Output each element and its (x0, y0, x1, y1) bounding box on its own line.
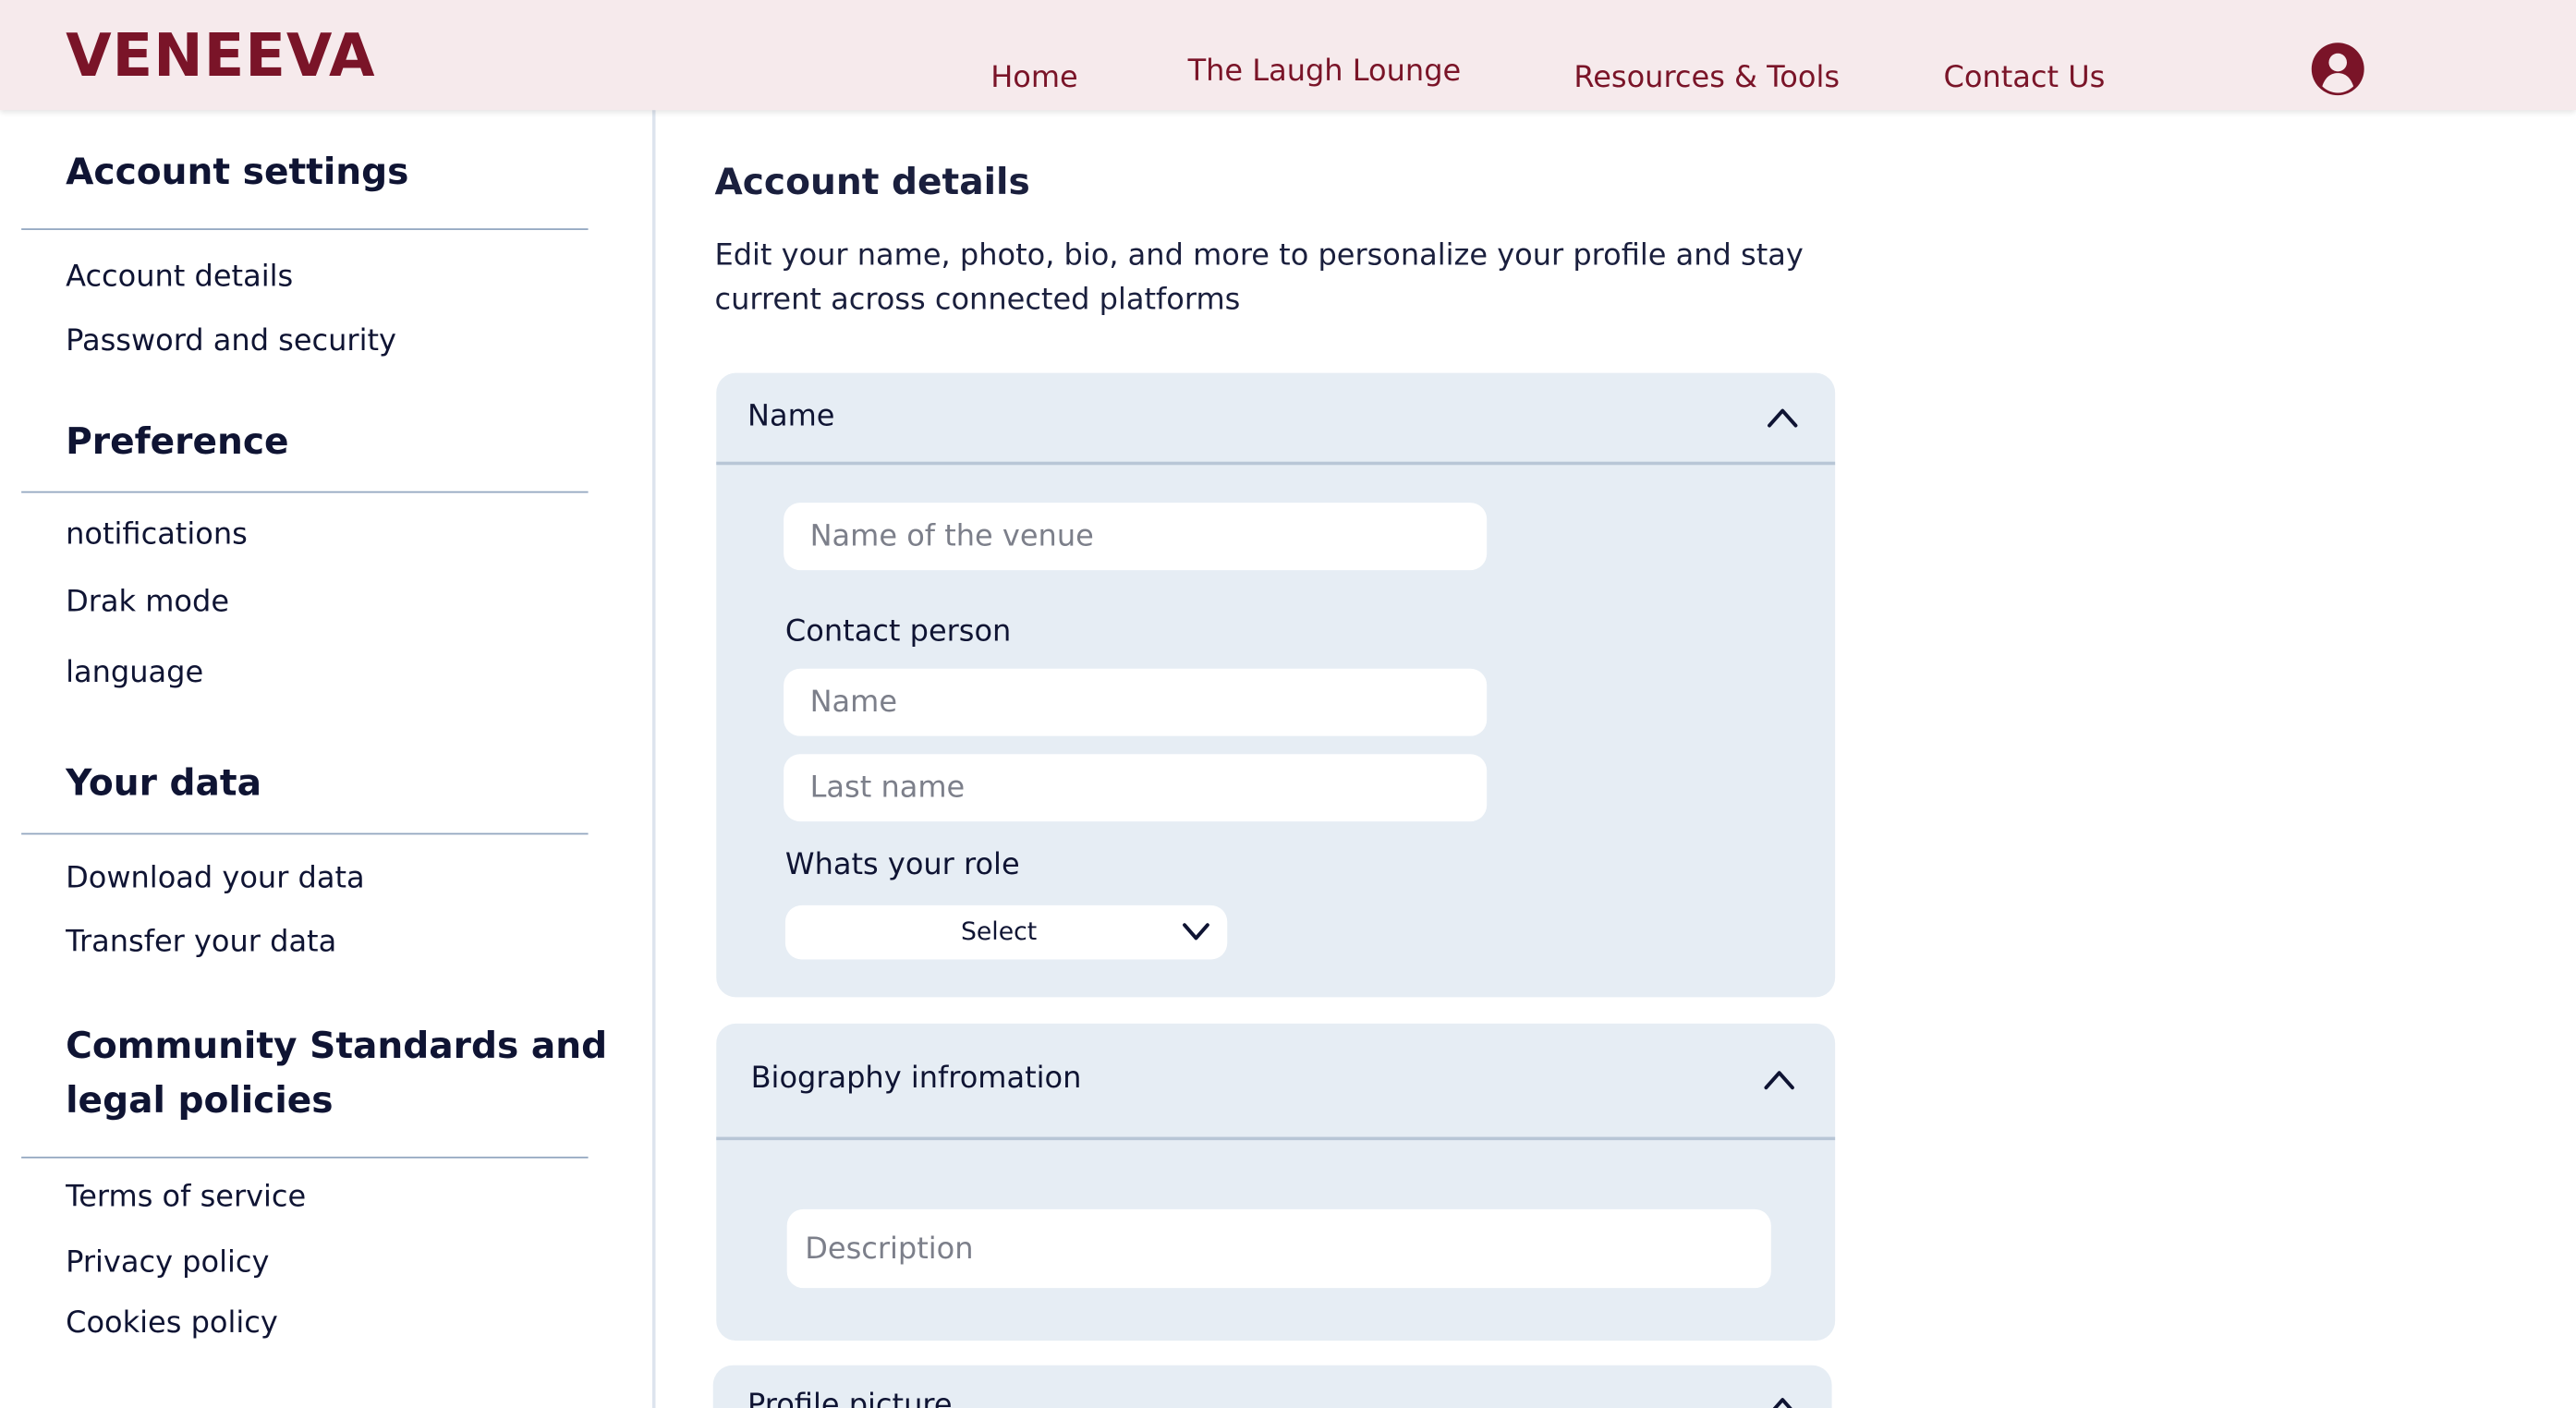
top-navigation-bar: VENEEVA Home The Laugh Lounge Resources … (0, 0, 2576, 111)
sidebar-item-privacy-policy[interactable]: Privacy policy (66, 1245, 269, 1280)
user-circle-icon[interactable] (2310, 41, 2365, 96)
nav-resources-tools-link[interactable]: Resources & Tools (1574, 61, 1840, 95)
sidebar-divider (21, 1156, 589, 1159)
page-title: Account details (714, 163, 1030, 204)
sidebar-item-notifications[interactable]: notifications (66, 517, 248, 552)
chevron-down-icon (1180, 916, 1213, 949)
sidebar-heading-community-standards: Community Standards and legal policies (66, 1026, 608, 1123)
sidebar-item-password-security[interactable]: Password and security (66, 323, 396, 358)
profile-picture-card: Profile picture (712, 1365, 1832, 1408)
first-name-input[interactable] (784, 668, 1488, 736)
sidebar-divider (21, 832, 589, 835)
brand-logo[interactable]: VENEEVA (66, 23, 375, 91)
sidebar-heading-your-data: Your data (66, 763, 261, 806)
nav-contact-us-link[interactable]: Contact Us (1943, 61, 2105, 95)
sidebar-heading-preference: Preference (66, 422, 289, 464)
biography-description-input[interactable] (786, 1208, 1771, 1289)
sidebar-item-transfer-data[interactable]: Transfer your data (66, 925, 336, 959)
settings-sidebar: Account settings Account details Passwor… (0, 110, 656, 1408)
sidebar-item-cookies-policy[interactable]: Cookies policy (66, 1306, 278, 1341)
sidebar-item-language[interactable]: language (66, 656, 203, 690)
page-description: Edit your name, photo, bio, and more to … (714, 237, 1804, 318)
venue-name-input[interactable] (784, 503, 1488, 571)
nav-home-link[interactable]: Home (990, 61, 1078, 95)
chevron-up-icon[interactable] (1761, 1062, 1797, 1098)
sidebar-heading-account-settings: Account settings (66, 152, 409, 194)
name-card-title: Name (747, 399, 835, 434)
sidebar-item-terms-of-service[interactable]: Terms of service (66, 1180, 306, 1214)
page: VENEEVA Home The Laugh Lounge Resources … (0, 0, 2576, 1408)
sidebar-item-dark-mode[interactable]: Drak mode (66, 585, 229, 619)
sidebar-divider (21, 491, 589, 493)
profile-picture-card-title[interactable]: Profile picture (747, 1389, 952, 1408)
nav-laugh-lounge-link[interactable]: The Laugh Lounge (1188, 55, 1462, 89)
biography-card-header[interactable]: Biography infromation (716, 1024, 1836, 1141)
biography-card: Biography infromation (716, 1023, 1836, 1341)
chevron-up-icon[interactable] (1765, 1389, 1801, 1408)
role-select[interactable]: Select (784, 904, 1228, 960)
contact-person-label: Contact person (784, 614, 1012, 649)
last-name-input[interactable] (784, 754, 1488, 822)
biography-card-title: Biography infromation (750, 1061, 1082, 1097)
role-label: Whats your role (784, 847, 1020, 882)
sidebar-item-download-data[interactable]: Download your data (66, 861, 365, 895)
name-card-header[interactable]: Name (716, 373, 1836, 466)
sidebar-item-account-details[interactable]: Account details (66, 260, 293, 294)
chevron-up-icon[interactable] (1765, 399, 1801, 435)
sidebar-divider (21, 228, 589, 230)
role-select-value: Select (960, 916, 1038, 947)
